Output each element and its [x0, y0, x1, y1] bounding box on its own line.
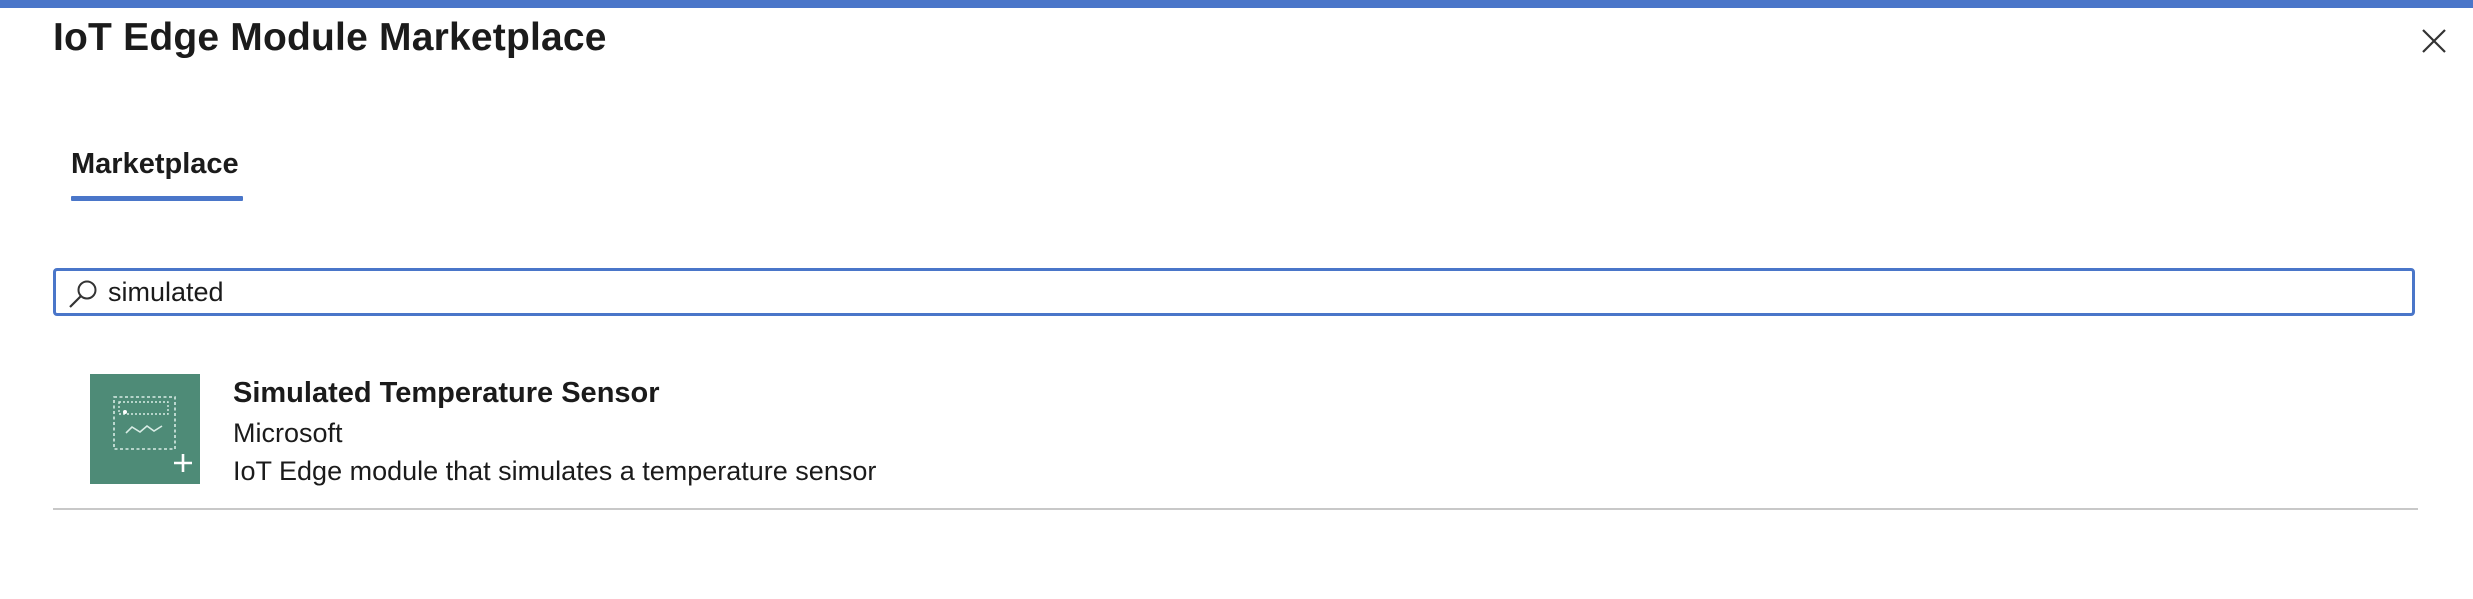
tab-selected-indicator: [71, 196, 243, 201]
page-title: IoT Edge Module Marketplace: [53, 16, 607, 59]
tab-marketplace[interactable]: Marketplace: [71, 148, 243, 203]
list-item[interactable]: Simulated Temperature Sensor Microsoft I…: [53, 362, 2418, 510]
module-tile: [90, 374, 200, 484]
search-box[interactable]: [53, 268, 2415, 316]
search-input[interactable]: [108, 271, 2398, 313]
top-accent-bar: [0, 0, 2473, 8]
module-add-icon: [113, 396, 192, 472]
tab-label: Marketplace: [71, 148, 239, 180]
result-publisher: Microsoft: [233, 418, 343, 448]
result-title: Simulated Temperature Sensor: [233, 377, 660, 409]
close-icon: [2422, 29, 2446, 53]
search-icon: [69, 280, 97, 308]
result-description: IoT Edge module that simulates a tempera…: [233, 456, 877, 486]
close-button[interactable]: [2411, 18, 2457, 64]
